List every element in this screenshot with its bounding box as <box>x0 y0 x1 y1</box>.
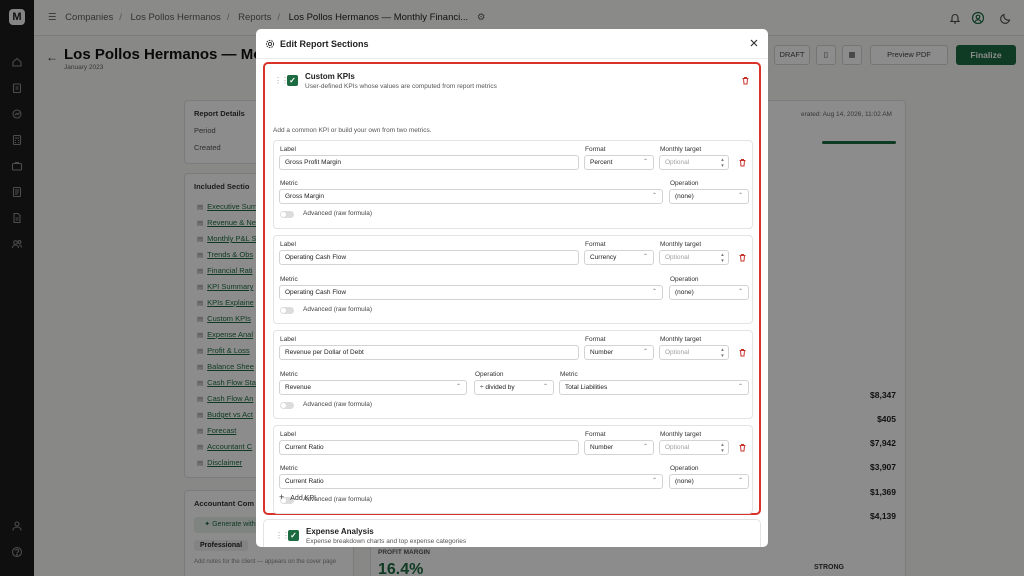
operation-label: Operation <box>670 465 699 472</box>
monthly-target-input[interactable]: Optional ▲ ▼ <box>659 155 729 170</box>
trash-icon[interactable] <box>738 158 747 167</box>
format-label: Format <box>585 336 606 343</box>
metric-label: Metric <box>280 180 298 187</box>
format-label: Format <box>585 241 606 248</box>
custom-kpis-section: ⋮⋮ ✓ Custom KPIs User-defined KPIs whose… <box>263 62 761 515</box>
modal-title: Edit Report Sections <box>280 39 369 49</box>
advanced-toggle[interactable] <box>280 402 294 409</box>
format-label: Format <box>585 431 606 438</box>
operation-select[interactable]: (none) <box>669 189 749 204</box>
operation-select[interactable]: (none) <box>669 285 749 300</box>
metric-label: Metric <box>280 371 298 378</box>
metric-label: Metric <box>280 465 298 472</box>
plus-icon: + <box>279 492 285 502</box>
kpi-card: Label Current Ratio Format Number Monthl… <box>273 425 753 514</box>
advanced-label: Advanced (raw formula) <box>303 210 372 217</box>
kpi-label-input[interactable]: Operating Cash Flow <box>279 250 579 265</box>
operation-select[interactable]: (none) <box>669 474 749 489</box>
gear-icon <box>265 39 275 49</box>
metric-select[interactable]: Current Ratio <box>279 474 663 489</box>
kpi-card: Label Operating Cash Flow Format Currenc… <box>273 235 753 324</box>
metric-select[interactable]: Gross Margin <box>279 189 663 204</box>
kpi-card: Label Gross Profit Margin Format Percent… <box>273 140 753 229</box>
kpi-label-input[interactable]: Current Ratio <box>279 440 579 455</box>
advanced-toggle[interactable] <box>280 307 294 314</box>
format-select[interactable]: Number <box>584 440 654 455</box>
drag-handle-icon[interactable]: ⋮⋮ <box>275 532 290 540</box>
kpi-label-input[interactable]: Gross Profit Margin <box>279 155 579 170</box>
section-title: Custom KPIs <box>305 72 355 81</box>
monthly-target-input[interactable]: Optional ▲ ▼ <box>659 345 729 360</box>
kpi-label-input[interactable]: Revenue per Dollar of Debt <box>279 345 579 360</box>
monthly-target-label: Monthly target <box>660 146 702 153</box>
metric-2-select[interactable]: Total Liabilities <box>559 380 749 395</box>
format-select[interactable]: Percent <box>584 155 654 170</box>
monthly-target-input[interactable]: Optional ▲ ▼ <box>659 250 729 265</box>
operation-label: Operation <box>475 371 504 378</box>
monthly-target-input[interactable]: Optional ▲ ▼ <box>659 440 729 455</box>
kpi-card: Label Revenue per Dollar of Debt Format … <box>273 330 753 419</box>
trash-icon[interactable] <box>741 76 750 85</box>
close-icon[interactable] <box>748 37 760 49</box>
operation-label: Operation <box>670 180 699 187</box>
trash-icon[interactable] <box>738 253 747 262</box>
format-select[interactable]: Currency <box>584 250 654 265</box>
section-title: Expense Analysis <box>306 527 374 536</box>
section-description: User-defined KPIs whose values are compu… <box>305 83 497 90</box>
metric-select[interactable]: Operating Cash Flow <box>279 285 663 300</box>
expense-analysis-section: ⋮⋮ ✓ Expense Analysis Expense breakdown … <box>263 519 761 547</box>
label-label: Label <box>280 241 296 248</box>
format-select[interactable]: Number <box>584 345 654 360</box>
section-description: Expense breakdown charts and top expense… <box>306 538 467 545</box>
monthly-target-label: Monthly target <box>660 431 702 438</box>
modal-header: Edit Report Sections <box>256 29 768 59</box>
monthly-target-label: Monthly target <box>660 336 702 343</box>
add-kpi-button[interactable]: + Add KPI <box>279 492 316 503</box>
trash-icon[interactable] <box>738 443 747 452</box>
label-label: Label <box>280 336 296 343</box>
kpi-hint: Add a common KPI or build your own from … <box>273 127 432 134</box>
expense-analysis-checkbox[interactable]: ✓ <box>288 530 299 541</box>
operation-select[interactable]: ÷ divided by <box>474 380 554 395</box>
advanced-label: Advanced (raw formula) <box>303 306 372 313</box>
metric-2-label: Metric <box>560 371 578 378</box>
custom-kpis-checkbox[interactable]: ✓ <box>287 75 298 86</box>
label-label: Label <box>280 146 296 153</box>
trash-icon[interactable] <box>738 348 747 357</box>
metric-select[interactable]: Revenue <box>279 380 467 395</box>
label-label: Label <box>280 431 296 438</box>
advanced-toggle[interactable] <box>280 211 294 218</box>
operation-label: Operation <box>670 276 699 283</box>
drag-handle-icon[interactable]: ⋮⋮ <box>274 77 289 85</box>
advanced-label: Advanced (raw formula) <box>303 401 372 408</box>
edit-report-sections-modal: Edit Report Sections ⋮⋮ ✓ Custom KPIs Us… <box>256 29 768 547</box>
format-label: Format <box>585 146 606 153</box>
monthly-target-label: Monthly target <box>660 241 702 248</box>
metric-label: Metric <box>280 276 298 283</box>
